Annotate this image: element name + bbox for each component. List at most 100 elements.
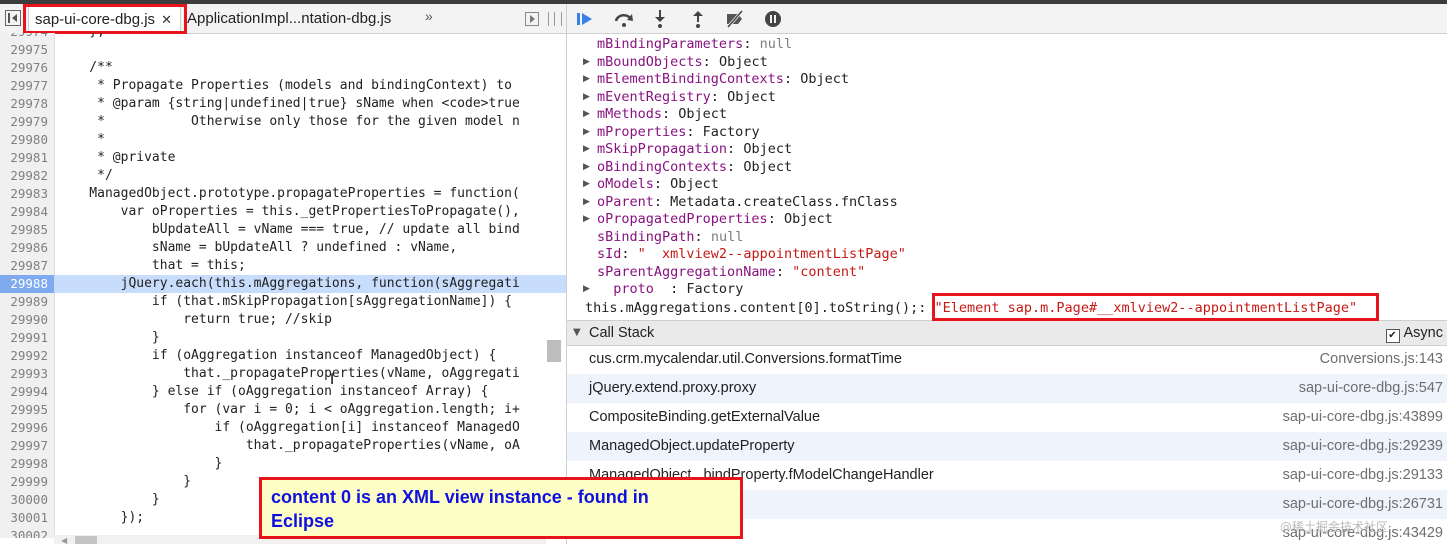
- async-checkbox[interactable]: ✔: [1385, 329, 1400, 343]
- scope-property[interactable]: ▶ proto : Factory: [583, 281, 743, 299]
- scope-property[interactable]: ▶ mElementBindingContexts: Object: [583, 71, 849, 89]
- scroll-left-icon[interactable]: ◀: [61, 536, 67, 544]
- line-number[interactable]: 30000: [0, 491, 54, 509]
- line-number[interactable]: 29984: [0, 203, 54, 221]
- code-line[interactable]: 29995 for (var i = 0; i < oAggregation.l…: [0, 401, 566, 419]
- collapse-triangle-icon[interactable]: ▼: [573, 321, 581, 345]
- expand-triangle-icon[interactable]: ▶: [583, 281, 590, 299]
- expand-triangle-icon[interactable]: ▶: [583, 124, 590, 142]
- deactivate-breakpoints-icon[interactable]: [724, 9, 744, 29]
- scope-property[interactable]: ▶ mProperties: Factory: [583, 124, 760, 142]
- expand-triangle-icon[interactable]: ▶: [583, 106, 590, 124]
- code-line[interactable]: 29998 }: [0, 455, 566, 473]
- line-number[interactable]: 29985: [0, 221, 54, 239]
- code-line[interactable]: 29985 bUpdateAll = vName === true, // up…: [0, 221, 566, 239]
- code-line-paused[interactable]: 29988 jQuery.each(this.mAggregations, fu…: [0, 275, 566, 293]
- scope-property[interactable]: ▶ mBoundObjects: Object: [583, 54, 768, 72]
- line-number[interactable]: 29991: [0, 329, 54, 347]
- toggle-debugger-icon[interactable]: [525, 12, 539, 26]
- line-number[interactable]: 29980: [0, 131, 54, 149]
- code-line[interactable]: 29986 sName = bUpdateAll ? undefined : v…: [0, 239, 566, 257]
- expand-triangle-icon[interactable]: ▶: [583, 159, 590, 177]
- code-line[interactable]: 29974 };: [0, 33, 566, 41]
- line-number[interactable]: 29977: [0, 77, 54, 95]
- expand-triangle-icon[interactable]: ▶: [583, 211, 590, 229]
- toggle-navigator-icon[interactable]: [5, 10, 21, 26]
- line-number[interactable]: 29986: [0, 239, 54, 257]
- code-line[interactable]: 29975: [0, 41, 566, 59]
- line-number[interactable]: 29978: [0, 95, 54, 113]
- line-number[interactable]: 29996: [0, 419, 54, 437]
- code-line[interactable]: 29993 that._propagateProperties(vName, o…: [0, 365, 566, 383]
- line-number[interactable]: 29999: [0, 473, 54, 491]
- step-over-icon[interactable]: [613, 9, 633, 29]
- editor-vertical-scrollbar[interactable]: [547, 340, 561, 362]
- line-number[interactable]: 29993: [0, 365, 54, 383]
- expand-triangle-icon[interactable]: ▶: [583, 176, 590, 194]
- call-frame-location[interactable]: sap-ui-core-dbg.js:29133: [1283, 461, 1443, 490]
- scope-property[interactable]: ▶ mMethods: Object: [583, 106, 727, 124]
- line-number[interactable]: 29976: [0, 59, 54, 77]
- line-number[interactable]: 29975: [0, 41, 54, 59]
- line-number[interactable]: 29983: [0, 185, 54, 203]
- step-into-icon[interactable]: [650, 9, 670, 29]
- expand-triangle-icon[interactable]: ▶: [583, 194, 590, 212]
- expand-triangle-icon[interactable]: ▶: [583, 71, 590, 89]
- line-number[interactable]: 29974: [0, 33, 54, 41]
- call-frame-location[interactable]: sap-ui-core-dbg.js:26731: [1283, 490, 1443, 519]
- line-number[interactable]: 29992: [0, 347, 54, 365]
- line-number[interactable]: 29989: [0, 293, 54, 311]
- code-line[interactable]: 29980 *: [0, 131, 566, 149]
- call-frame-location[interactable]: Conversions.js:143: [1320, 345, 1443, 374]
- scope-property[interactable]: sParentAggregationName: "content": [585, 264, 865, 282]
- line-number[interactable]: 29990: [0, 311, 54, 329]
- line-number[interactable]: 29998: [0, 455, 54, 473]
- line-number[interactable]: 29995: [0, 401, 54, 419]
- scope-property[interactable]: ▶ oModels: Object: [583, 176, 719, 194]
- scope-property[interactable]: ▶ mSkipPropagation: Object: [583, 141, 792, 159]
- call-frame[interactable]: cus.crm.mycalendar.util.Conversions.form…: [567, 345, 1447, 374]
- call-frame[interactable]: CompositeBinding.getExternalValue sap-ui-…: [567, 403, 1447, 432]
- call-frame-location[interactable]: sap-ui-core-dbg.js:547: [1299, 374, 1443, 403]
- code-line[interactable]: 29983 ManagedObject.prototype.propagateP…: [0, 185, 566, 203]
- code-line[interactable]: 29976 /**: [0, 59, 566, 77]
- line-number[interactable]: 29979: [0, 113, 54, 131]
- code-line[interactable]: 29981 * @private: [0, 149, 566, 167]
- pane-layout-icon[interactable]: [548, 12, 562, 26]
- code-line[interactable]: 29989 if (that.mSkipPropagation[sAggrega…: [0, 293, 566, 311]
- scope-property[interactable]: ▶ oParent: Metadata.createClass.fnClass: [583, 194, 898, 212]
- code-line[interactable]: 29996 if (oAggregation[i] instanceof Man…: [0, 419, 566, 437]
- code-line[interactable]: 29977 * Propagate Properties (models and…: [0, 77, 566, 95]
- line-number[interactable]: 29994: [0, 383, 54, 401]
- more-tabs-icon[interactable]: »: [425, 8, 433, 24]
- call-frame[interactable]: ManagedObject.updateProperty sap-ui-core-…: [567, 432, 1447, 461]
- expand-triangle-icon[interactable]: ▶: [583, 54, 590, 72]
- call-stack-header[interactable]: ▼ Call Stack ✔ Async: [567, 320, 1447, 346]
- code-line[interactable]: 29990 return true; //skip: [0, 311, 566, 329]
- code-editor[interactable]: 29974 };2997529976 /**29977 * Propagate …: [0, 33, 566, 538]
- close-icon[interactable]: ✕: [161, 12, 172, 27]
- code-line[interactable]: 29994 } else if (oAggregation instanceof…: [0, 383, 566, 401]
- scope-property[interactable]: ▶ mEventRegistry: Object: [583, 89, 776, 107]
- watch-expression[interactable]: this.mAggregations.content[0].toString()…: [585, 300, 1357, 318]
- code-line[interactable]: 29991 }: [0, 329, 566, 347]
- tab-applicationimpl[interactable]: ApplicationImpl...ntation-dbg.js: [181, 6, 406, 32]
- line-number[interactable]: 30002: [0, 527, 54, 538]
- line-number[interactable]: 29987: [0, 257, 54, 275]
- line-number[interactable]: 29981: [0, 149, 54, 167]
- resume-icon[interactable]: [575, 9, 595, 29]
- code-line[interactable]: 29987 that = this;: [0, 257, 566, 275]
- call-frame-location[interactable]: sap-ui-core-dbg.js:29239: [1283, 432, 1443, 461]
- expand-triangle-icon[interactable]: ▶: [583, 141, 590, 159]
- scope-property[interactable]: ▶ oBindingContexts: Object: [583, 159, 792, 177]
- code-line[interactable]: 29982 */: [0, 167, 566, 185]
- line-number[interactable]: 29997: [0, 437, 54, 455]
- code-line[interactable]: 29979 * Otherwise only those for the giv…: [0, 113, 566, 131]
- pause-on-exceptions-icon[interactable]: [763, 9, 783, 29]
- scope-property[interactable]: mBindingParameters: null: [585, 36, 792, 54]
- call-frame[interactable]: jQuery.extend.proxy.proxy sap-ui-core-dbg…: [567, 374, 1447, 403]
- async-toggle[interactable]: ✔ Async: [1385, 321, 1443, 345]
- code-line[interactable]: 29978 * @param {string|undefined|true} s…: [0, 95, 566, 113]
- code-line[interactable]: 29997 that._propagateProperties(vName, o…: [0, 437, 566, 455]
- line-number[interactable]: 29982: [0, 167, 54, 185]
